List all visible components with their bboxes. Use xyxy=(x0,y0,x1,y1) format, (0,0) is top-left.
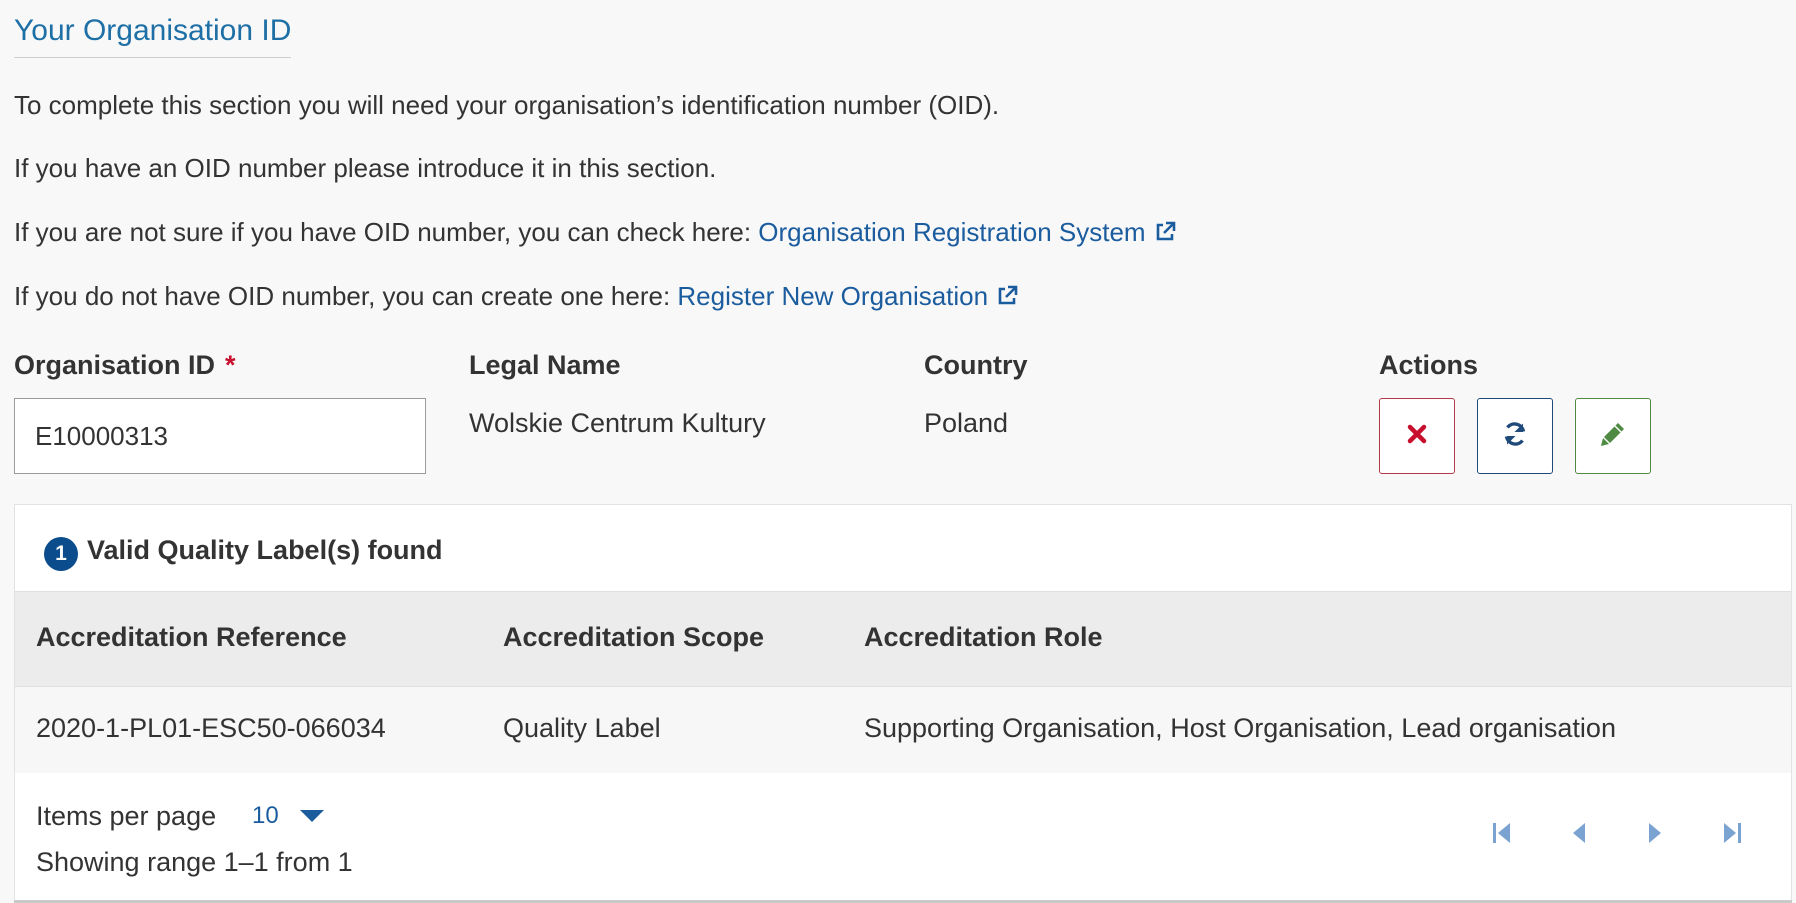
external-link-icon[interactable] xyxy=(1154,219,1176,250)
items-per-page-select[interactable]: 10 xyxy=(252,801,325,831)
refresh-organisation-button[interactable] xyxy=(1477,398,1553,474)
table-row[interactable]: 2020-1-PL01-ESC50-066034 Quality Label S… xyxy=(15,687,1791,773)
section-title: Your Organisation ID xyxy=(14,14,292,58)
organisation-id-label-text: Organisation ID xyxy=(14,350,216,380)
caret-down-icon[interactable] xyxy=(299,803,325,831)
external-link-icon[interactable] xyxy=(996,283,1018,314)
quality-labels-header: 1 Valid Quality Label(s) found xyxy=(15,505,1791,591)
chevron-right-icon xyxy=(1644,821,1666,850)
organisation-registration-system-link-label[interactable]: Organisation Registration System xyxy=(758,217,1145,247)
table-header-row: Accreditation Reference Accreditation Sc… xyxy=(15,591,1791,687)
organisation-id-page: Your Organisation ID To complete this se… xyxy=(0,0,1796,903)
quality-labels-count-badge: 1 xyxy=(44,537,78,571)
intro-paragraph-2: If you have an OID number please introdu… xyxy=(14,153,717,183)
intro-paragraph-3-text: If you are not sure if you have OID numb… xyxy=(14,217,759,247)
items-per-page-label: Items per page xyxy=(36,801,217,831)
register-new-organisation-link[interactable]: Register New Organisation xyxy=(677,281,1018,311)
accreditation-scope-cell: Quality Label xyxy=(503,713,661,743)
organisation-id-label: Organisation ID * xyxy=(14,350,236,381)
column-header-accreditation-role[interactable]: Accreditation Role xyxy=(864,622,1103,653)
accreditation-role-cell: Supporting Organisation, Host Organisati… xyxy=(864,713,1616,743)
first-page-button[interactable] xyxy=(1485,818,1519,852)
actions-label: Actions xyxy=(1379,350,1479,380)
intro-paragraph-3: If you are not sure if you have OID numb… xyxy=(14,217,1176,250)
first-page-icon xyxy=(1491,821,1513,850)
required-marker: * xyxy=(225,350,236,380)
organisation-registration-system-link[interactable]: Organisation Registration System xyxy=(758,217,1175,247)
chevron-left-icon xyxy=(1568,821,1590,850)
edit-organisation-button[interactable] xyxy=(1575,398,1651,474)
intro-paragraph-4-text: If you do not have OID number, you can c… xyxy=(14,281,678,311)
last-page-icon xyxy=(1721,821,1743,850)
pencil-icon xyxy=(1599,420,1627,453)
previous-page-button[interactable] xyxy=(1562,818,1596,852)
country-value: Poland xyxy=(924,408,1009,438)
showing-range-text: Showing range 1–1 from 1 xyxy=(36,847,353,877)
register-new-organisation-link-label[interactable]: Register New Organisation xyxy=(677,281,988,311)
remove-organisation-button[interactable] xyxy=(1379,398,1455,474)
last-page-button[interactable] xyxy=(1715,818,1749,852)
refresh-icon xyxy=(1501,420,1529,453)
legal-name-value: Wolskie Centrum Kultury xyxy=(469,408,766,438)
accreditation-reference-cell: 2020-1-PL01-ESC50-066034 xyxy=(36,713,386,743)
next-page-button[interactable] xyxy=(1638,818,1672,852)
column-header-accreditation-scope[interactable]: Accreditation Scope xyxy=(503,622,764,653)
legal-name-label: Legal Name xyxy=(469,350,621,380)
column-header-accreditation-reference[interactable]: Accreditation Reference xyxy=(36,622,347,653)
items-per-page-value[interactable]: 10 xyxy=(252,802,279,830)
quality-labels-title: Valid Quality Label(s) found xyxy=(87,535,443,565)
intro-paragraph-4: If you do not have OID number, you can c… xyxy=(14,281,1018,314)
organisation-id-input[interactable] xyxy=(14,398,426,474)
close-icon xyxy=(1407,424,1427,449)
country-label: Country xyxy=(924,350,1028,380)
intro-paragraph-1: To complete this section you will need y… xyxy=(14,90,1000,120)
quality-labels-panel: 1 Valid Quality Label(s) found Accredita… xyxy=(14,504,1792,901)
